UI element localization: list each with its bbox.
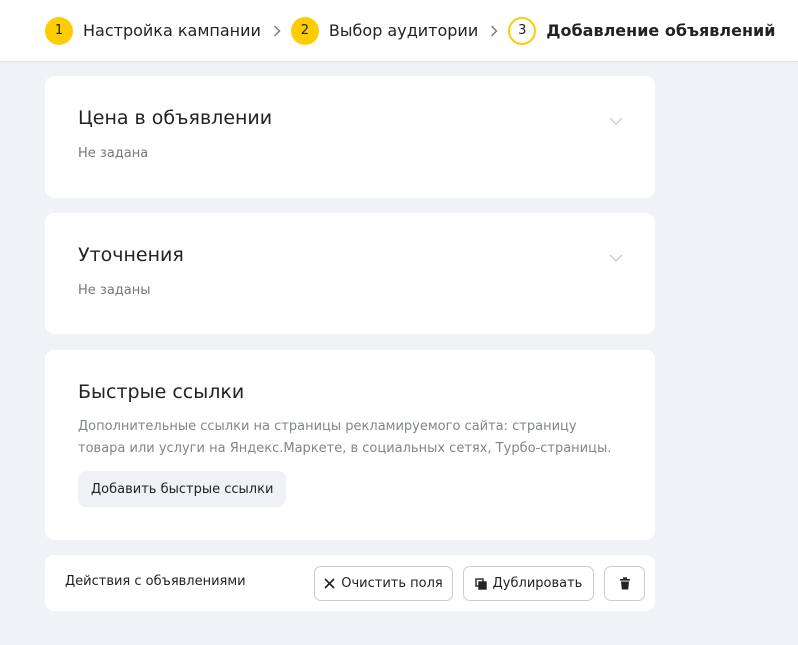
actions-label: Действия с объявлениями [65,574,246,589]
campaign-steps-header: 1 Настройка кампании 2 Выбор аудитории 3… [0,0,798,62]
step-label: Добавление объявлений [546,21,776,40]
step-ad-creation[interactable]: 3 Добавление объявлений [508,16,776,45]
button-label: Дублировать [492,576,583,591]
clarifications-section[interactable]: Уточнения Не заданы [45,213,655,334]
delete-button[interactable] [604,566,645,601]
ad-actions-bar: Действия с объявлениями Очистить поля Ду… [45,555,655,611]
section-value: Не задана [78,146,149,161]
trash-icon [619,577,630,590]
step-progress: 1 Настройка кампании 2 Выбор аудитории 3… [45,16,775,45]
quick-links-section: Быстрые ссылки Дополнительные ссылки на … [45,350,655,540]
close-icon [324,578,335,589]
duplicate-button[interactable]: Дублировать [463,566,594,601]
price-section[interactable]: Цена в объявлении Не задана [45,76,655,198]
section-title: Быстрые ссылки [78,381,245,403]
section-description: Дополнительные ссылки на страницы реклам… [78,419,612,456]
clear-fields-button[interactable]: Очистить поля [314,566,453,601]
step-number: 3 [508,16,537,45]
section-title: Уточнения [78,244,184,266]
section-value: Не заданы [78,283,151,298]
step-audience-selection[interactable]: 2 Выбор аудитории [290,16,479,45]
add-quick-links-button[interactable]: Добавить быстрые ссылки [78,471,287,507]
copy-icon [474,577,487,590]
step-number: 1 [45,16,73,45]
step-label: Настройка кампании [83,21,261,40]
step-number: 2 [290,16,319,45]
chevron-down-icon[interactable] [609,111,623,125]
chevron-right-icon [273,25,281,37]
step-campaign-setup[interactable]: 1 Настройка кампании [45,16,261,45]
button-label: Очистить поля [341,576,443,591]
step-label: Выбор аудитории [328,21,479,40]
chevron-right-icon [490,25,498,37]
section-title: Цена в объявлении [78,107,273,129]
chevron-down-icon[interactable] [609,248,623,262]
